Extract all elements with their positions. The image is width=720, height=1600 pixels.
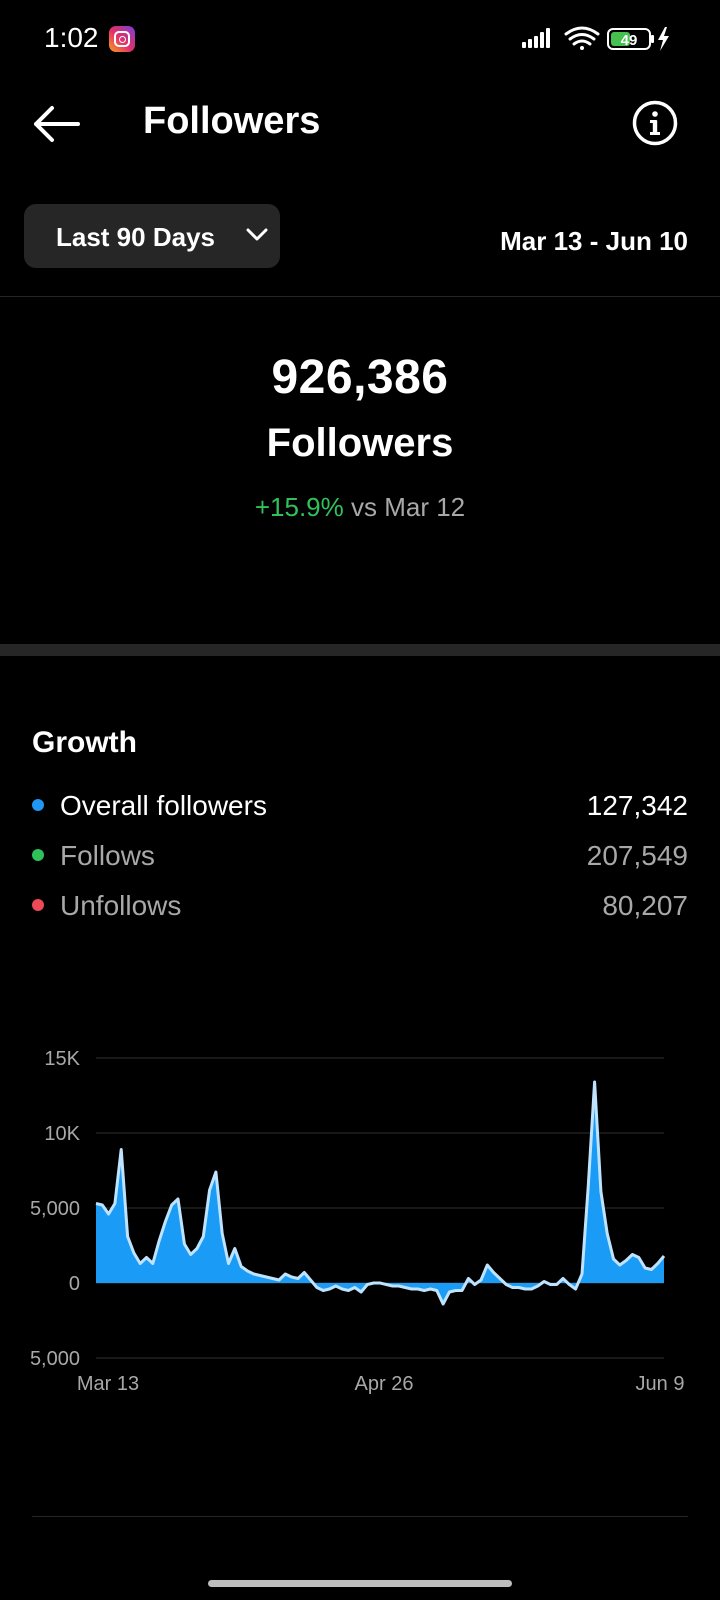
battery-level: 49 — [621, 32, 638, 49]
legend-label: Overall followers — [60, 790, 267, 821]
legend-label: Follows — [60, 840, 155, 871]
y-tick-label: 15K — [44, 1048, 80, 1070]
follower-change: +15.9% vs Mar 12 — [0, 492, 720, 523]
charging-icon — [658, 27, 669, 51]
back-arrow-icon[interactable] — [28, 102, 84, 146]
legend-dot-green — [32, 849, 44, 861]
home-indicator[interactable] — [208, 1580, 512, 1587]
legend-value: 207,549 — [586, 840, 688, 871]
legend-value: 127,342 — [586, 790, 688, 821]
wifi-icon — [564, 26, 600, 50]
follower-count: 926,386 — [271, 351, 449, 404]
chevron-down-icon — [246, 228, 268, 241]
y-tick-label: 5,000 — [30, 1198, 80, 1220]
y-tick-label: 10K — [44, 1123, 80, 1145]
legend-value: 80,207 — [602, 890, 688, 921]
date-range-dropdown[interactable]: Last 90 Days — [24, 204, 280, 268]
legend-overall-followers: Overall followers 127,342 — [32, 786, 688, 826]
divider — [0, 296, 720, 297]
series-area — [96, 1082, 664, 1304]
follower-change-percent: +15.9% — [254, 492, 344, 522]
system-status-icons: 49 — [522, 26, 669, 51]
legend-dot-red — [32, 899, 44, 911]
status-bar: 1:02 49 — [0, 0, 720, 78]
growth-chart[interactable]: 15K 10K 5,000 0 5,000 Mar 13 Apr 26 Jun 9 — [0, 1040, 720, 1410]
instagram-notification-icon — [109, 26, 135, 52]
date-range-text: Mar 13 - Jun 10 — [500, 226, 688, 256]
legend-dot-blue — [32, 799, 44, 811]
info-icon[interactable] — [631, 99, 679, 147]
x-tick-label: Apr 26 — [355, 1373, 414, 1395]
battery-icon: 49 — [607, 28, 654, 50]
clock: 1:02 — [44, 22, 99, 53]
x-tick-label: Jun 9 — [636, 1373, 685, 1395]
follower-count-label: Followers — [266, 421, 454, 465]
legend-unfollows: Unfollows 80,207 — [32, 886, 688, 926]
growth-title: Growth — [32, 726, 137, 759]
y-tick-label: 5,000 — [30, 1348, 80, 1370]
legend-follows: Follows 207,549 — [32, 836, 688, 876]
follower-change-suffix: vs Mar 12 — [350, 492, 466, 522]
page-title: Followers — [143, 100, 321, 142]
signal-icon — [522, 28, 550, 48]
section-divider — [0, 644, 720, 656]
y-tick-label: 0 — [69, 1273, 80, 1295]
header: Followers — [0, 80, 720, 166]
date-range-dropdown-label: Last 90 Days — [56, 222, 215, 252]
legend-label: Unfollows — [60, 890, 182, 921]
followers-summary: 926,386 Followers +15.9% vs Mar 12 — [0, 350, 720, 523]
x-tick-label: Mar 13 — [77, 1373, 139, 1395]
divider — [32, 1516, 688, 1517]
